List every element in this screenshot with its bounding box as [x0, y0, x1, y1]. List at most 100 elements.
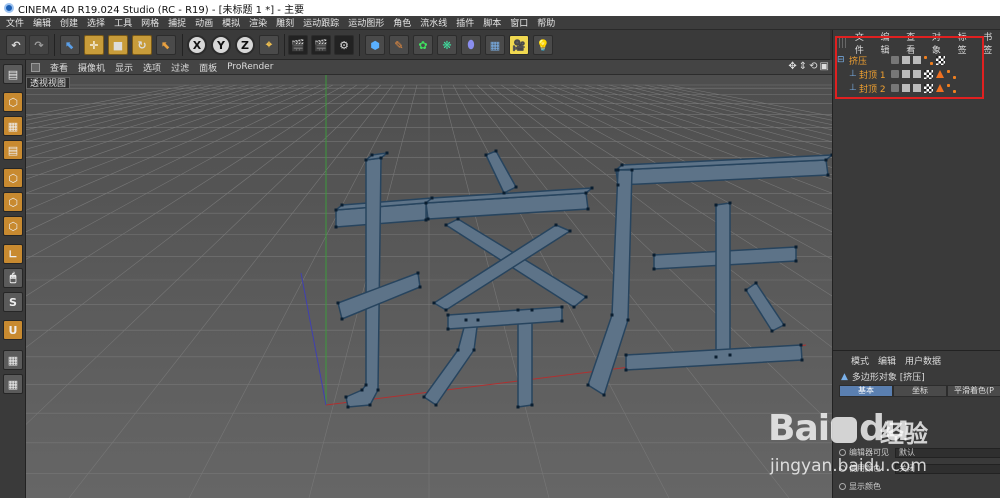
zoom-icon[interactable]: ⇕: [799, 61, 807, 72]
viewport-menu-item[interactable]: 面板: [199, 61, 217, 74]
attribute-field: 显示颜色: [839, 481, 1000, 492]
vertex-point: [516, 308, 520, 312]
menu-item[interactable]: 脚本: [483, 16, 501, 29]
menu-item[interactable]: 帮助: [537, 16, 555, 29]
axis-mode-button[interactable]: ∟: [3, 244, 23, 264]
attribute-field-value[interactable]: 关闭: [895, 463, 1000, 474]
tweak-mode-button[interactable]: 🖱: [3, 268, 23, 288]
menu-item[interactable]: 角色: [393, 16, 411, 29]
last-tool-button[interactable]: ⬉: [156, 35, 176, 55]
attribute-tab[interactable]: 平滑着色(P: [947, 385, 1000, 397]
magnet-button[interactable]: U: [3, 320, 23, 340]
vertex-point: [624, 353, 628, 357]
object-manager-menu-item[interactable]: 书签: [983, 30, 1000, 56]
viewport-menu-item[interactable]: ProRender: [227, 62, 273, 72]
menu-item[interactable]: 选择: [87, 16, 105, 29]
scale-tool-button[interactable]: ■: [108, 35, 128, 55]
y-axis-lock-button[interactable]: Y: [211, 35, 231, 55]
attribute-tab[interactable]: 基本: [839, 385, 893, 397]
workplane-button[interactable]: ▤: [3, 140, 23, 160]
texture-mode-button[interactable]: ▦: [3, 116, 23, 136]
model-mode-button[interactable]: ⬡: [3, 92, 23, 112]
deformer-button[interactable]: ⬮: [461, 35, 481, 55]
viewport-menu-item[interactable]: 过滤: [171, 61, 189, 74]
vertex-point: [464, 318, 468, 322]
animate-radio-icon[interactable]: [839, 465, 846, 472]
vertex-point: [560, 305, 564, 309]
menu-item[interactable]: 流水线: [420, 16, 447, 29]
vertex-point: [616, 168, 620, 172]
x-axis-lock-button[interactable]: X: [187, 35, 207, 55]
vertex-point: [370, 153, 374, 157]
lock-workplane-button[interactable]: ▦: [3, 350, 23, 370]
vertex-point: [364, 383, 368, 387]
light-button[interactable]: 💡: [533, 35, 553, 55]
vertex-point: [376, 388, 380, 392]
vertex-point: [360, 388, 364, 392]
rotate-icon[interactable]: ⟲: [809, 61, 817, 72]
rotate-tool-button[interactable]: ↻: [132, 35, 152, 55]
pen-spline-button[interactable]: ✎: [389, 35, 409, 55]
viewport-menu-item[interactable]: 显示: [115, 61, 133, 74]
make-editable-button[interactable]: ▤: [3, 64, 23, 84]
menu-item[interactable]: 雕刻: [276, 16, 294, 29]
viewport-menu-item[interactable]: 选项: [143, 61, 161, 74]
subdivision-surface-button[interactable]: ✿: [413, 35, 433, 55]
menu-item[interactable]: 插件: [456, 16, 474, 29]
viewport-menu-item[interactable]: 摄像机: [78, 61, 105, 74]
move-tool-button[interactable]: ✛: [84, 35, 104, 55]
menu-item[interactable]: 捕捉: [168, 16, 186, 29]
render-settings-button[interactable]: ⚙: [334, 35, 354, 55]
camera-button[interactable]: 🎥: [509, 35, 529, 55]
render-picture-viewer-button[interactable]: 🎬: [311, 35, 331, 55]
coordinate-system-button[interactable]: ⌖: [259, 35, 279, 55]
vertex-point: [560, 319, 564, 323]
viewport-menu-item[interactable]: 查看: [50, 61, 68, 74]
menu-item[interactable]: 渲染: [249, 16, 267, 29]
perspective-viewport[interactable]: 查看 摄像机 显示 选项 过滤 面板 ProRender ✥ ⇕ ⟲ ▣ 透视视…: [26, 60, 832, 498]
menu-item[interactable]: 创建: [60, 16, 78, 29]
attribute-tab[interactable]: 坐标: [893, 385, 947, 397]
polygon-object-icon: ▲: [841, 371, 848, 382]
attribute-field-value[interactable]: 默认: [895, 447, 1000, 458]
animate-radio-icon[interactable]: [839, 449, 846, 456]
vertex-point: [340, 317, 344, 321]
menu-item[interactable]: 模拟: [222, 16, 240, 29]
vertex-point: [800, 358, 804, 362]
live-select-button[interactable]: ⬉: [60, 35, 80, 55]
vertex-point: [516, 405, 520, 409]
menu-item[interactable]: 运动跟踪: [303, 16, 339, 29]
attribute-field: 使用颜色 关闭: [839, 463, 1000, 474]
edges-mode-button[interactable]: ⬡: [3, 192, 23, 212]
maximize-icon[interactable]: ▣: [820, 61, 829, 72]
vertex-point: [530, 403, 534, 407]
floor-environment-button[interactable]: ▦: [485, 35, 505, 55]
menu-item[interactable]: 窗口: [510, 16, 528, 29]
points-mode-button[interactable]: ⬡: [3, 168, 23, 188]
attribute-field-label: 使用颜色: [849, 464, 881, 473]
vertex-point: [346, 405, 350, 409]
cinema4d-logo-icon: [4, 3, 14, 13]
menu-item[interactable]: 文件: [6, 16, 24, 29]
menu-item[interactable]: 运动图形: [348, 16, 384, 29]
attribute-manager: 模式 编辑 用户数据 ▲ 多边形对象 [挤压] 基本 坐标 平滑着色(P 编辑器可见 默认…: [832, 350, 1000, 498]
undo-button[interactable]: ↶: [6, 35, 26, 55]
menu-item[interactable]: 编辑: [33, 16, 51, 29]
cloner-button[interactable]: ❋: [437, 35, 457, 55]
render-view-button[interactable]: 🎬: [288, 35, 308, 55]
menu-item[interactable]: 网格: [141, 16, 159, 29]
polygons-mode-button[interactable]: ⬡: [3, 216, 23, 236]
animate-radio-icon[interactable]: [839, 483, 846, 490]
z-axis-lock-button[interactable]: Z: [235, 35, 255, 55]
cube-primitive-button[interactable]: ⬢: [365, 35, 385, 55]
redo-button[interactable]: ↷: [29, 35, 49, 55]
snap-button[interactable]: S: [3, 292, 23, 312]
attribute-menu-item[interactable]: 模式: [851, 354, 869, 367]
vertex-point: [344, 395, 348, 399]
menu-item[interactable]: 动画: [195, 16, 213, 29]
planar-workplane-button[interactable]: ▦: [3, 374, 23, 394]
move-icon[interactable]: ✥: [788, 61, 796, 72]
attribute-menu-item[interactable]: 编辑: [878, 354, 896, 367]
attribute-menu-item[interactable]: 用户数据: [905, 354, 941, 367]
menu-item[interactable]: 工具: [114, 16, 132, 29]
